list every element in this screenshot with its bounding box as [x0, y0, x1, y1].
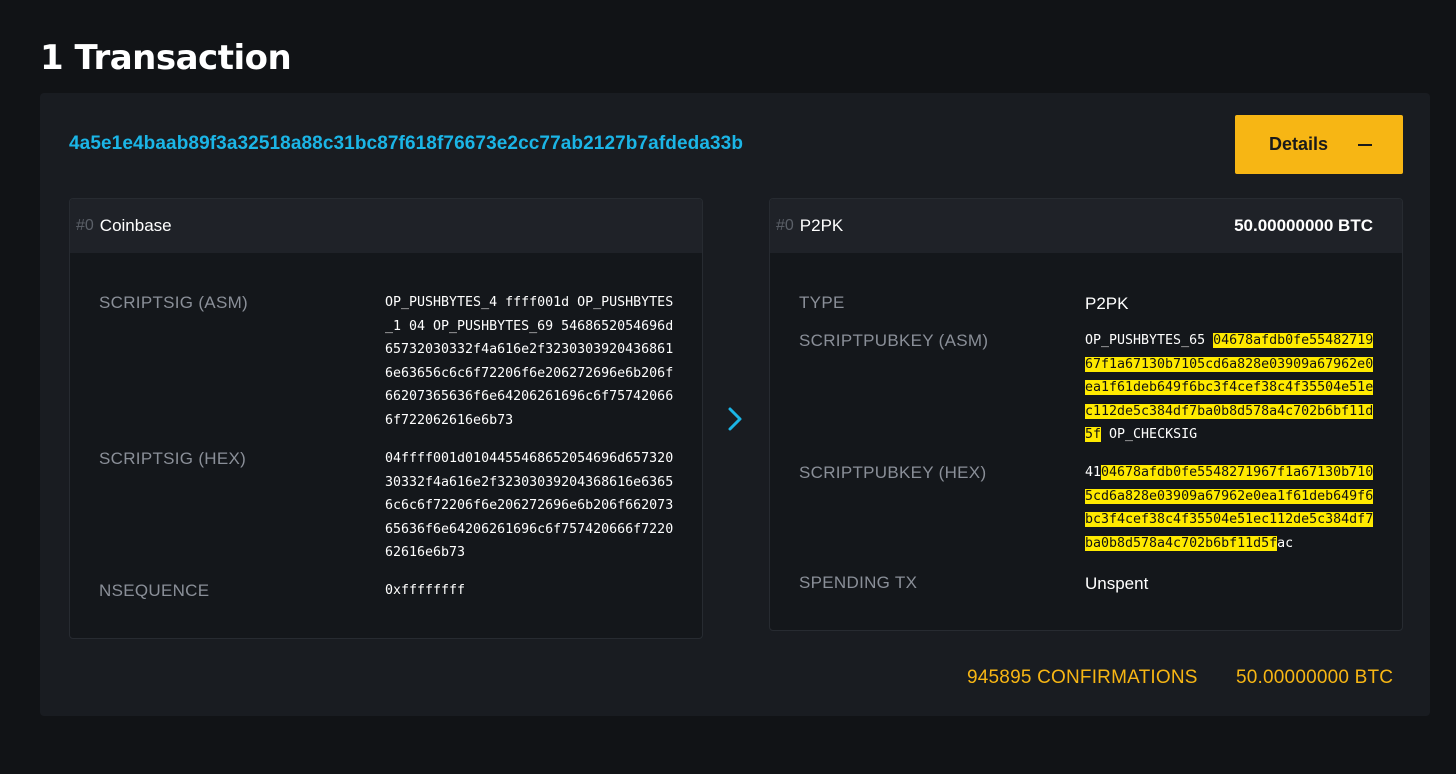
type-value: P2PK — [1085, 294, 1129, 313]
scriptsig-asm-value: OP_PUSHBYTES_4 ffff001d OP_PUSHBYTES_1 0… — [385, 295, 674, 428]
scriptpubkey-hex-label: SCRIPTPUBKEY (HEX) — [799, 463, 987, 482]
hex-suffix: ac — [1277, 535, 1294, 551]
hex-prefix: 41 — [1085, 465, 1102, 480]
output-amount: 50.00000000 BTC — [1234, 216, 1373, 235]
transaction-id-link[interactable]: 4a5e1e4baab89f3a32518a88c31bc87f618f7667… — [69, 133, 743, 155]
scriptsig-hex-value: 04ffff001d0104455468652054696d6573203033… — [385, 451, 674, 561]
scriptsig-hex-label: SCRIPTSIG (HEX) — [99, 449, 247, 468]
output-index: #0 — [776, 217, 794, 234]
details-toggle-button[interactable]: Details — [1235, 115, 1403, 174]
type-label: TYPE — [799, 293, 845, 312]
confirmations-count: 945895 CONFIRMATIONS — [967, 667, 1198, 688]
details-button-label: Details — [1269, 134, 1329, 154]
asm-pubkey-highlight: 04678afdb0fe5548271967f1a67130b7105cd6a8… — [1085, 333, 1374, 443]
scriptpubkey-asm-label: SCRIPTPUBKEY (ASM) — [799, 331, 989, 350]
nsequence-label: NSEQUENCE — [99, 581, 210, 600]
output-type: P2PK — [799, 216, 844, 235]
input-index: #0 — [76, 217, 94, 234]
asm-opcode-checksig: OP_CHECKSIG — [1109, 427, 1198, 443]
spending-tx-label: SPENDING TX — [799, 573, 918, 592]
nsequence-value: 0xffffffff — [385, 583, 466, 598]
asm-opcode-push: OP_PUSHBYTES_65 — [1085, 333, 1206, 348]
minus-icon — [1358, 143, 1372, 146]
page-title: 1 Transaction — [40, 38, 292, 78]
input-panel: #0 Coinbase SCRIPTSIG (ASM) OP_PUSHBYTES… — [69, 198, 703, 639]
hex-pubkey-highlight: 04678afdb0fe5548271967f1a67130b7105cd6a8… — [1085, 465, 1374, 551]
input-type: Coinbase — [99, 216, 172, 235]
spending-tx-value: Unspent — [1085, 574, 1149, 593]
input-header: #0 Coinbase — [70, 199, 702, 253]
scriptpubkey-hex-value: 4104678afdb0fe5548271967f1a67130b7105cd6… — [1085, 461, 1375, 555]
output-header: #0 P2PK 50.00000000 BTC — [770, 199, 1402, 253]
scriptpubkey-asm-value: OP_PUSHBYTES_65 04678afdb0fe5548271967f1… — [1085, 329, 1375, 447]
chevron-right-icon — [728, 407, 742, 431]
total-amount: 50.00000000 BTC — [1236, 667, 1394, 688]
scriptsig-asm-label: SCRIPTSIG (ASM) — [99, 293, 249, 312]
output-panel: #0 P2PK 50.00000000 BTC TYPE P2PK SCRIPT… — [769, 198, 1403, 631]
transaction-card: 4a5e1e4baab89f3a32518a88c31bc87f618f7667… — [40, 93, 1430, 716]
